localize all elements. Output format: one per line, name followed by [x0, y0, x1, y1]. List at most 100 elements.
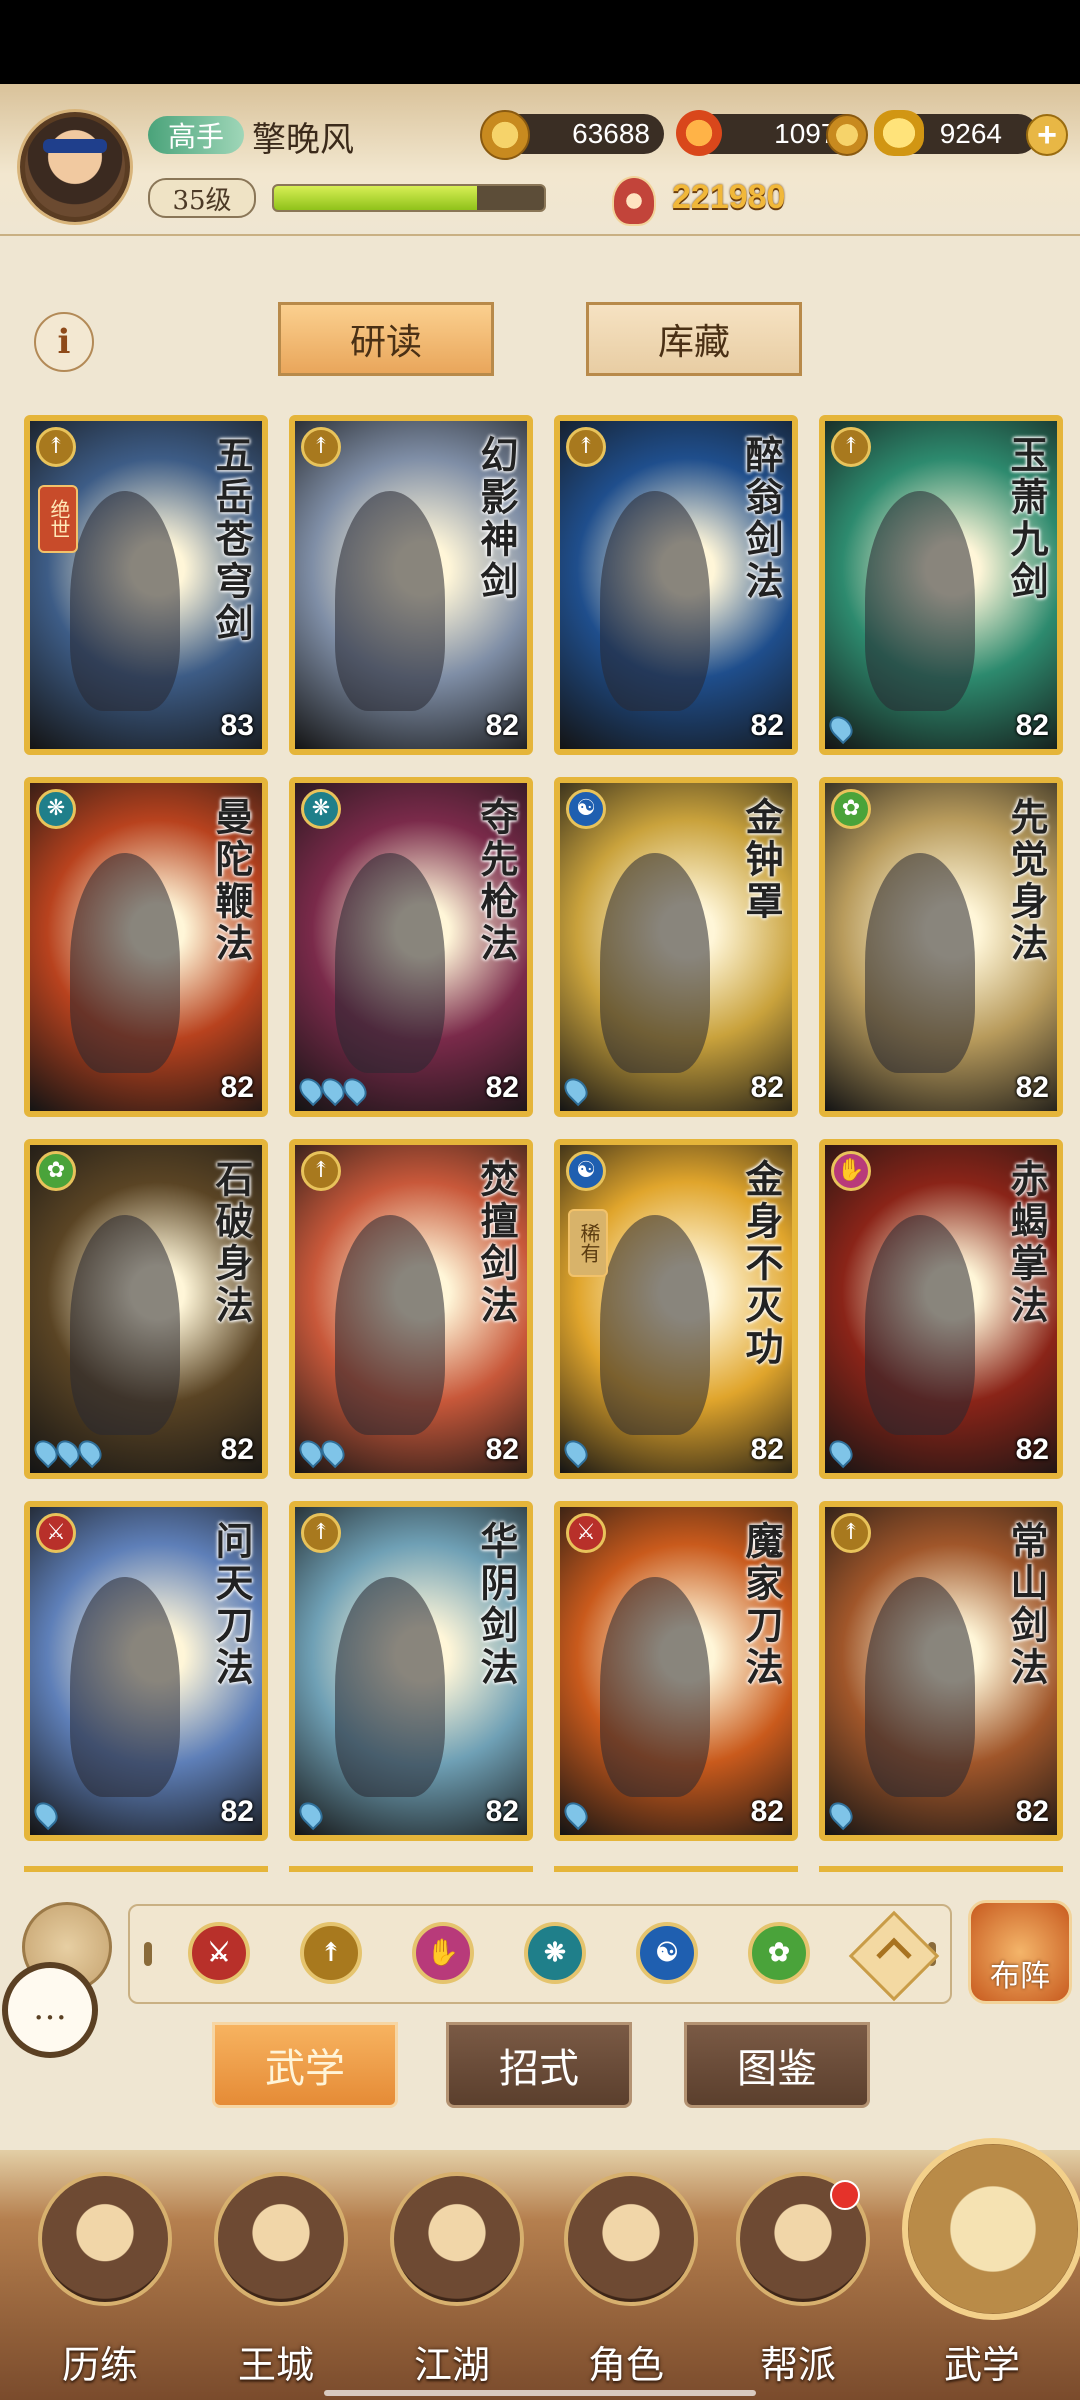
nav-martial-arts[interactable]: 武学	[902, 2138, 1080, 2387]
skill-card[interactable]: ❋ 夺先枪法 82	[289, 777, 533, 1117]
whip-school-icon: ❋	[36, 789, 76, 829]
coin-stack-icon	[826, 114, 868, 156]
gold-ingot-icon	[874, 110, 924, 156]
hero-figure	[600, 853, 710, 1073]
skill-card[interactable]: ⚔ 魔家刀法 82	[554, 1501, 798, 1841]
nav-training[interactable]: 历练	[20, 2172, 172, 2387]
skill-card[interactable]: ❋ 曼陀鞭法 82	[24, 777, 268, 1117]
hero-figure	[865, 1215, 975, 1435]
tab-study[interactable]: 研读	[278, 302, 494, 376]
skill-card[interactable]: ☯ 稀有 金身不灭功 82	[554, 1139, 798, 1479]
skill-level: 82	[1015, 1433, 1049, 1466]
skill-card[interactable]: ✿ 石破身法 82	[24, 1139, 268, 1479]
skill-level: 82	[485, 1071, 519, 1104]
card-edge	[819, 1866, 1063, 1884]
sword-school-icon: ↟	[301, 1513, 341, 1553]
skill-card[interactable]: ↟ 幻影神剑 82	[289, 415, 533, 755]
expand-up-icon[interactable]	[848, 1910, 940, 2002]
filter-blade-icon[interactable]: ⚔	[188, 1922, 250, 1984]
filter-body-icon[interactable]: ✿	[748, 1922, 810, 1984]
skill-card[interactable]: ↟ 焚擅剑法 82	[289, 1139, 533, 1479]
skill-level: 82	[485, 1795, 519, 1828]
skill-level: 82	[485, 709, 519, 742]
rank-badge: 高手	[148, 116, 244, 154]
info-button[interactable]: i	[34, 312, 94, 372]
star-drops	[295, 1435, 350, 1469]
maple-leaf-icon	[676, 110, 722, 156]
skill-level: 83	[220, 709, 254, 742]
skill-level: 82	[220, 1433, 254, 1466]
skill-name: 石破身法	[209, 1159, 254, 1327]
skill-name: 曼陀鞭法	[209, 797, 254, 965]
next-row-peek	[24, 1866, 1064, 1878]
filter-sword-icon[interactable]: ↟	[300, 1922, 362, 1984]
hero-figure	[70, 1215, 180, 1435]
filter-taiji-icon[interactable]: ☯	[636, 1922, 698, 1984]
skill-card[interactable]: ✿ 先觉身法 82	[819, 777, 1063, 1117]
skill-card[interactable]: ↟ 玉萧九剑 82	[819, 415, 1063, 755]
add-gold-button[interactable]: +	[1026, 114, 1068, 156]
tab-atlas[interactable]: 图鉴	[684, 2022, 870, 2108]
player-level: 35级	[148, 178, 256, 218]
nav-guild[interactable]: 帮派	[718, 2172, 870, 2387]
formation-label: 布阵	[990, 1959, 1050, 1994]
skill-name: 夺先枪法	[474, 797, 519, 965]
tab-storage[interactable]: 库藏	[586, 302, 802, 376]
skill-name: 金钟罩	[739, 797, 784, 923]
skill-card[interactable]: ↟ 醉翁剑法 82	[554, 415, 798, 755]
nav-label: 武学	[943, 2343, 1020, 2387]
nav-label: 帮派	[759, 2343, 836, 2387]
star-drops	[560, 1073, 593, 1107]
filter-palm-icon[interactable]: ✋	[412, 1922, 474, 1984]
tab-martial[interactable]: 武学	[212, 2022, 398, 2108]
skill-card[interactable]: ☯ 金钟罩 82	[554, 777, 798, 1117]
skill-level: 82	[750, 709, 784, 742]
skill-name: 醉翁剑法	[739, 435, 784, 603]
star-drops	[30, 1797, 63, 1831]
sword-school-icon: ↟	[566, 427, 606, 467]
skill-level: 82	[750, 1795, 784, 1828]
hero-figure	[335, 1577, 445, 1797]
nav-royal-city[interactable]: 王城	[196, 2172, 348, 2387]
hero-figure	[335, 853, 445, 1073]
school-filter-bar: ⚔ ↟ ✋ ❋ ☯ ✿	[128, 1904, 952, 2004]
palm-school-icon: ✋	[831, 1151, 871, 1191]
sword-school-icon: ↟	[831, 427, 871, 467]
home-indicator[interactable]	[324, 2390, 756, 2396]
skill-name: 问天刀法	[209, 1521, 254, 1689]
star-drops	[560, 1435, 593, 1469]
nav-label: 王城	[237, 2343, 314, 2387]
hero-figure	[70, 491, 180, 711]
skill-card[interactable]: ⚔ 问天刀法 82	[24, 1501, 268, 1841]
player-avatar[interactable]	[20, 112, 130, 222]
sword-school-icon: ↟	[36, 427, 76, 467]
formation-button[interactable]: 布阵	[968, 1900, 1072, 2004]
hero-figure	[865, 1577, 975, 1797]
copper-coin-icon	[480, 110, 530, 160]
skill-card[interactable]: ✋ 赤蝎掌法 82	[819, 1139, 1063, 1479]
skill-card[interactable]: ↟ 常山剑法 82	[819, 1501, 1063, 1841]
chat-button[interactable]: …	[2, 1962, 98, 2058]
skill-card[interactable]: ↟ 绝世 五岳苍穹剑 83	[24, 415, 268, 755]
status-bar	[0, 0, 1080, 84]
training-icon	[38, 2172, 172, 2306]
exp-bar-fill	[274, 186, 477, 210]
taiji-school-icon: ☯	[566, 789, 606, 829]
nav-label: 江湖	[413, 2343, 490, 2387]
skill-name: 华阴剑法	[474, 1521, 519, 1689]
nav-character[interactable]: 角色	[546, 2172, 698, 2387]
skill-card[interactable]: ↟ 华阴剑法 82	[289, 1501, 533, 1841]
card-edge	[24, 1866, 268, 1884]
card-edge	[554, 1866, 798, 1884]
taiji-school-icon: ☯	[566, 1151, 606, 1191]
sword-school-icon: ↟	[301, 1151, 341, 1191]
body-school-icon: ✿	[36, 1151, 76, 1191]
hero-figure	[600, 491, 710, 711]
hero-figure	[865, 853, 975, 1073]
filter-whip-icon[interactable]: ❋	[524, 1922, 586, 1984]
nav-jianghu[interactable]: 江湖	[372, 2172, 524, 2387]
character-icon	[564, 2172, 698, 2306]
hero-figure	[335, 1215, 445, 1435]
sword-school-icon: ↟	[831, 1513, 871, 1553]
tab-moves[interactable]: 招式	[446, 2022, 632, 2108]
